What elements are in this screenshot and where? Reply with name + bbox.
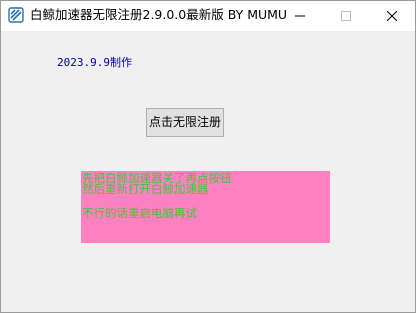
- maximize-button[interactable]: [323, 1, 369, 30]
- info-line-restart-pc: 不行的话重启电脑再试: [82, 206, 197, 220]
- window-title: 白鲸加速器无限注册2.9.0.0最新版 BY MUMU: [30, 7, 288, 22]
- info-panel: 先把白鲸加速器关了再点按钮 然后重新打开白鲸加速器 不行的话重启电脑再试: [81, 171, 330, 243]
- close-icon: [386, 6, 398, 25]
- title-bar[interactable]: 白鲸加速器无限注册2.9.0.0最新版 BY MUMU: [1, 1, 415, 31]
- info-line-reopen-app: 然后重新打开白鲸加速器: [82, 182, 209, 196]
- maximize-icon: [341, 6, 351, 25]
- app-window: 白鲸加速器无限注册2.9.0.0最新版 BY MUMU 2023.9.9制作 点…: [0, 0, 416, 313]
- minimize-icon: [295, 6, 305, 25]
- close-button[interactable]: [369, 1, 415, 30]
- date-label: 2023.9.9制作: [57, 56, 132, 69]
- register-button[interactable]: 点击无限注册: [146, 108, 224, 137]
- minimize-button[interactable]: [277, 1, 323, 30]
- app-logo-icon: [8, 7, 24, 23]
